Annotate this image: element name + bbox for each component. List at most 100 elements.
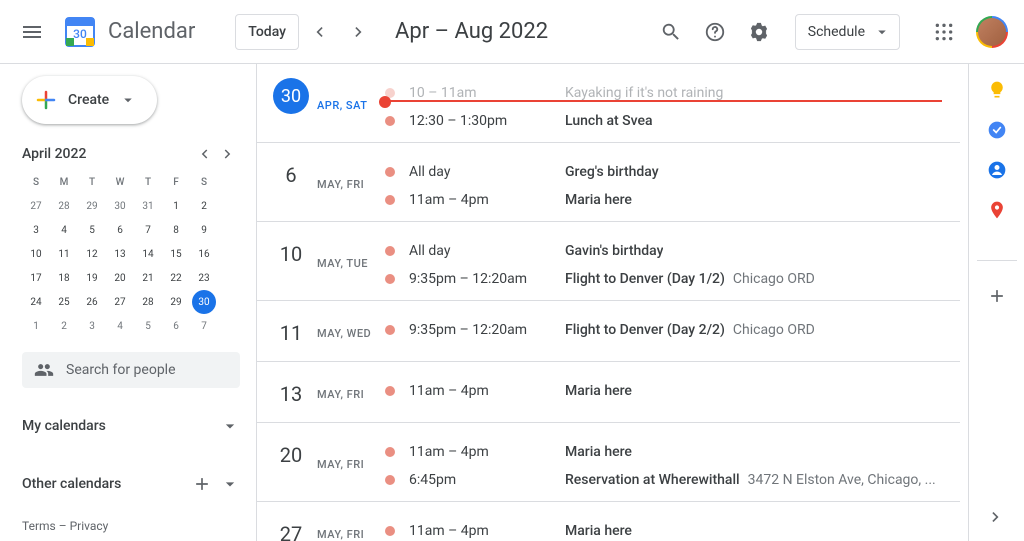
day-number[interactable]: 20 (273, 437, 309, 473)
other-calendars-toggle[interactable]: Other calendars (22, 464, 240, 504)
google-apps-button[interactable] (924, 12, 964, 52)
event-row[interactable]: 11am – 4pmMaria here (385, 380, 960, 402)
mini-day-cell[interactable]: 17 (22, 266, 50, 290)
add-calendar-button[interactable] (192, 474, 212, 494)
day-weekday: MAY, FRI (317, 458, 364, 471)
mini-day-cell[interactable]: 9 (190, 218, 218, 242)
mini-day-cell[interactable]: 15 (162, 242, 190, 266)
search-button[interactable] (651, 12, 691, 52)
event-row[interactable]: 11am – 4pmMaria here (385, 520, 960, 541)
day-number[interactable]: 30 (273, 78, 309, 114)
event-time: 9:35pm – 12:20am (409, 271, 565, 287)
search-people-input[interactable]: Search for people (22, 352, 240, 388)
mini-day-cell[interactable]: 12 (78, 242, 106, 266)
mini-day-cell[interactable]: 29 (162, 290, 190, 314)
main-menu-button[interactable] (8, 8, 56, 56)
mini-next-button[interactable] (216, 142, 240, 166)
next-period-button[interactable] (343, 16, 375, 48)
maps-button[interactable] (987, 200, 1007, 220)
mini-day-cell[interactable]: 5 (134, 314, 162, 338)
mini-dow: W (106, 170, 134, 194)
mini-day-cell[interactable]: 20 (106, 266, 134, 290)
mini-day-cell[interactable]: 30 (192, 290, 216, 314)
account-avatar[interactable] (976, 16, 1008, 48)
contacts-button[interactable] (987, 160, 1007, 180)
event-row[interactable]: 11am – 4pmMaria here (385, 189, 960, 211)
mini-day-cell[interactable]: 23 (190, 266, 218, 290)
event-row[interactable]: 9:35pm – 12:20amFlight to Denver (Day 1/… (385, 268, 960, 290)
tasks-button[interactable] (987, 120, 1007, 140)
mini-day-cell[interactable]: 26 (78, 290, 106, 314)
mini-day-cell[interactable]: 4 (50, 218, 78, 242)
mini-day-cell[interactable]: 21 (134, 266, 162, 290)
event-row[interactable]: All dayGreg's birthday (385, 161, 960, 183)
terms-link[interactable]: Terms (22, 519, 56, 533)
day-number[interactable]: 10 (273, 236, 309, 272)
mini-day-cell[interactable]: 25 (50, 290, 78, 314)
date-range-label: Apr – Aug 2022 (395, 19, 548, 44)
hide-side-panel-button[interactable] (984, 505, 1008, 529)
mini-day-cell[interactable]: 11 (50, 242, 78, 266)
mini-day-cell[interactable]: 8 (162, 218, 190, 242)
mini-day-cell[interactable]: 7 (190, 314, 218, 338)
mini-day-cell[interactable]: 10 (22, 242, 50, 266)
day-number[interactable]: 6 (273, 157, 309, 193)
keep-button[interactable] (987, 80, 1007, 100)
mini-day-cell[interactable]: 18 (50, 266, 78, 290)
create-button[interactable]: Create (22, 76, 157, 124)
mini-day-cell[interactable]: 24 (22, 290, 50, 314)
mini-day-cell[interactable]: 4 (106, 314, 134, 338)
event-row[interactable]: 12:30 – 1:30pmLunch at Svea (385, 110, 960, 132)
day-number[interactable]: 27 (273, 516, 309, 541)
today-button[interactable]: Today (235, 14, 299, 50)
mini-calendar[interactable]: SMTWTFS272829303112345678910111213141516… (22, 170, 240, 338)
my-calendars-toggle[interactable]: My calendars (22, 406, 240, 446)
calendar-logo[interactable]: 30 Calendar (60, 12, 195, 52)
day-number[interactable]: 13 (273, 376, 309, 412)
event-row[interactable]: 11am – 4pmMaria here (385, 441, 960, 463)
view-selector[interactable]: Schedule (795, 14, 900, 50)
mini-day-cell[interactable]: 5 (78, 218, 106, 242)
event-row[interactable]: 6:45pmReservation at Wherewithall3472 N … (385, 469, 960, 491)
day-number[interactable]: 11 (273, 315, 309, 351)
day-weekday: MAY, FRI (317, 388, 364, 401)
mini-dow: S (190, 170, 218, 194)
mini-day-cell[interactable]: 7 (134, 218, 162, 242)
mini-day-cell[interactable]: 1 (162, 194, 190, 218)
mini-day-cell[interactable]: 2 (190, 194, 218, 218)
event-row[interactable]: All dayGavin's birthday (385, 240, 960, 262)
mini-day-cell[interactable]: 19 (78, 266, 106, 290)
mini-day-cell[interactable]: 30 (106, 194, 134, 218)
event-row[interactable]: 9:35pm – 12:20amFlight to Denver (Day 2/… (385, 319, 960, 341)
settings-button[interactable] (739, 12, 779, 52)
event-title: Flight to Denver (Day 2/2) (565, 322, 725, 338)
side-panel (968, 64, 1024, 541)
event-dot (385, 195, 395, 205)
mini-day-cell[interactable]: 6 (106, 218, 134, 242)
event-dot (385, 475, 395, 485)
mini-day-cell[interactable]: 31 (134, 194, 162, 218)
mini-day-cell[interactable]: 3 (78, 314, 106, 338)
get-addons-button[interactable] (977, 260, 1017, 300)
mini-day-cell[interactable]: 6 (162, 314, 190, 338)
help-button[interactable] (695, 12, 735, 52)
mini-day-cell[interactable]: 22 (162, 266, 190, 290)
mini-day-cell[interactable]: 3 (22, 218, 50, 242)
prev-period-button[interactable] (303, 16, 335, 48)
day-weekday: MAY, FRI (317, 528, 364, 541)
mini-day-cell[interactable]: 2 (50, 314, 78, 338)
event-dot (385, 526, 395, 536)
day-weekday: MAY, TUE (317, 257, 368, 270)
event-time: 12:30 – 1:30pm (409, 113, 565, 129)
mini-day-cell[interactable]: 27 (106, 290, 134, 314)
mini-prev-button[interactable] (192, 142, 216, 166)
mini-day-cell[interactable]: 27 (22, 194, 50, 218)
mini-day-cell[interactable]: 28 (134, 290, 162, 314)
mini-day-cell[interactable]: 14 (134, 242, 162, 266)
mini-day-cell[interactable]: 1 (22, 314, 50, 338)
privacy-link[interactable]: Privacy (70, 519, 109, 533)
mini-day-cell[interactable]: 13 (106, 242, 134, 266)
mini-day-cell[interactable]: 28 (50, 194, 78, 218)
mini-day-cell[interactable]: 16 (190, 242, 218, 266)
mini-day-cell[interactable]: 29 (78, 194, 106, 218)
